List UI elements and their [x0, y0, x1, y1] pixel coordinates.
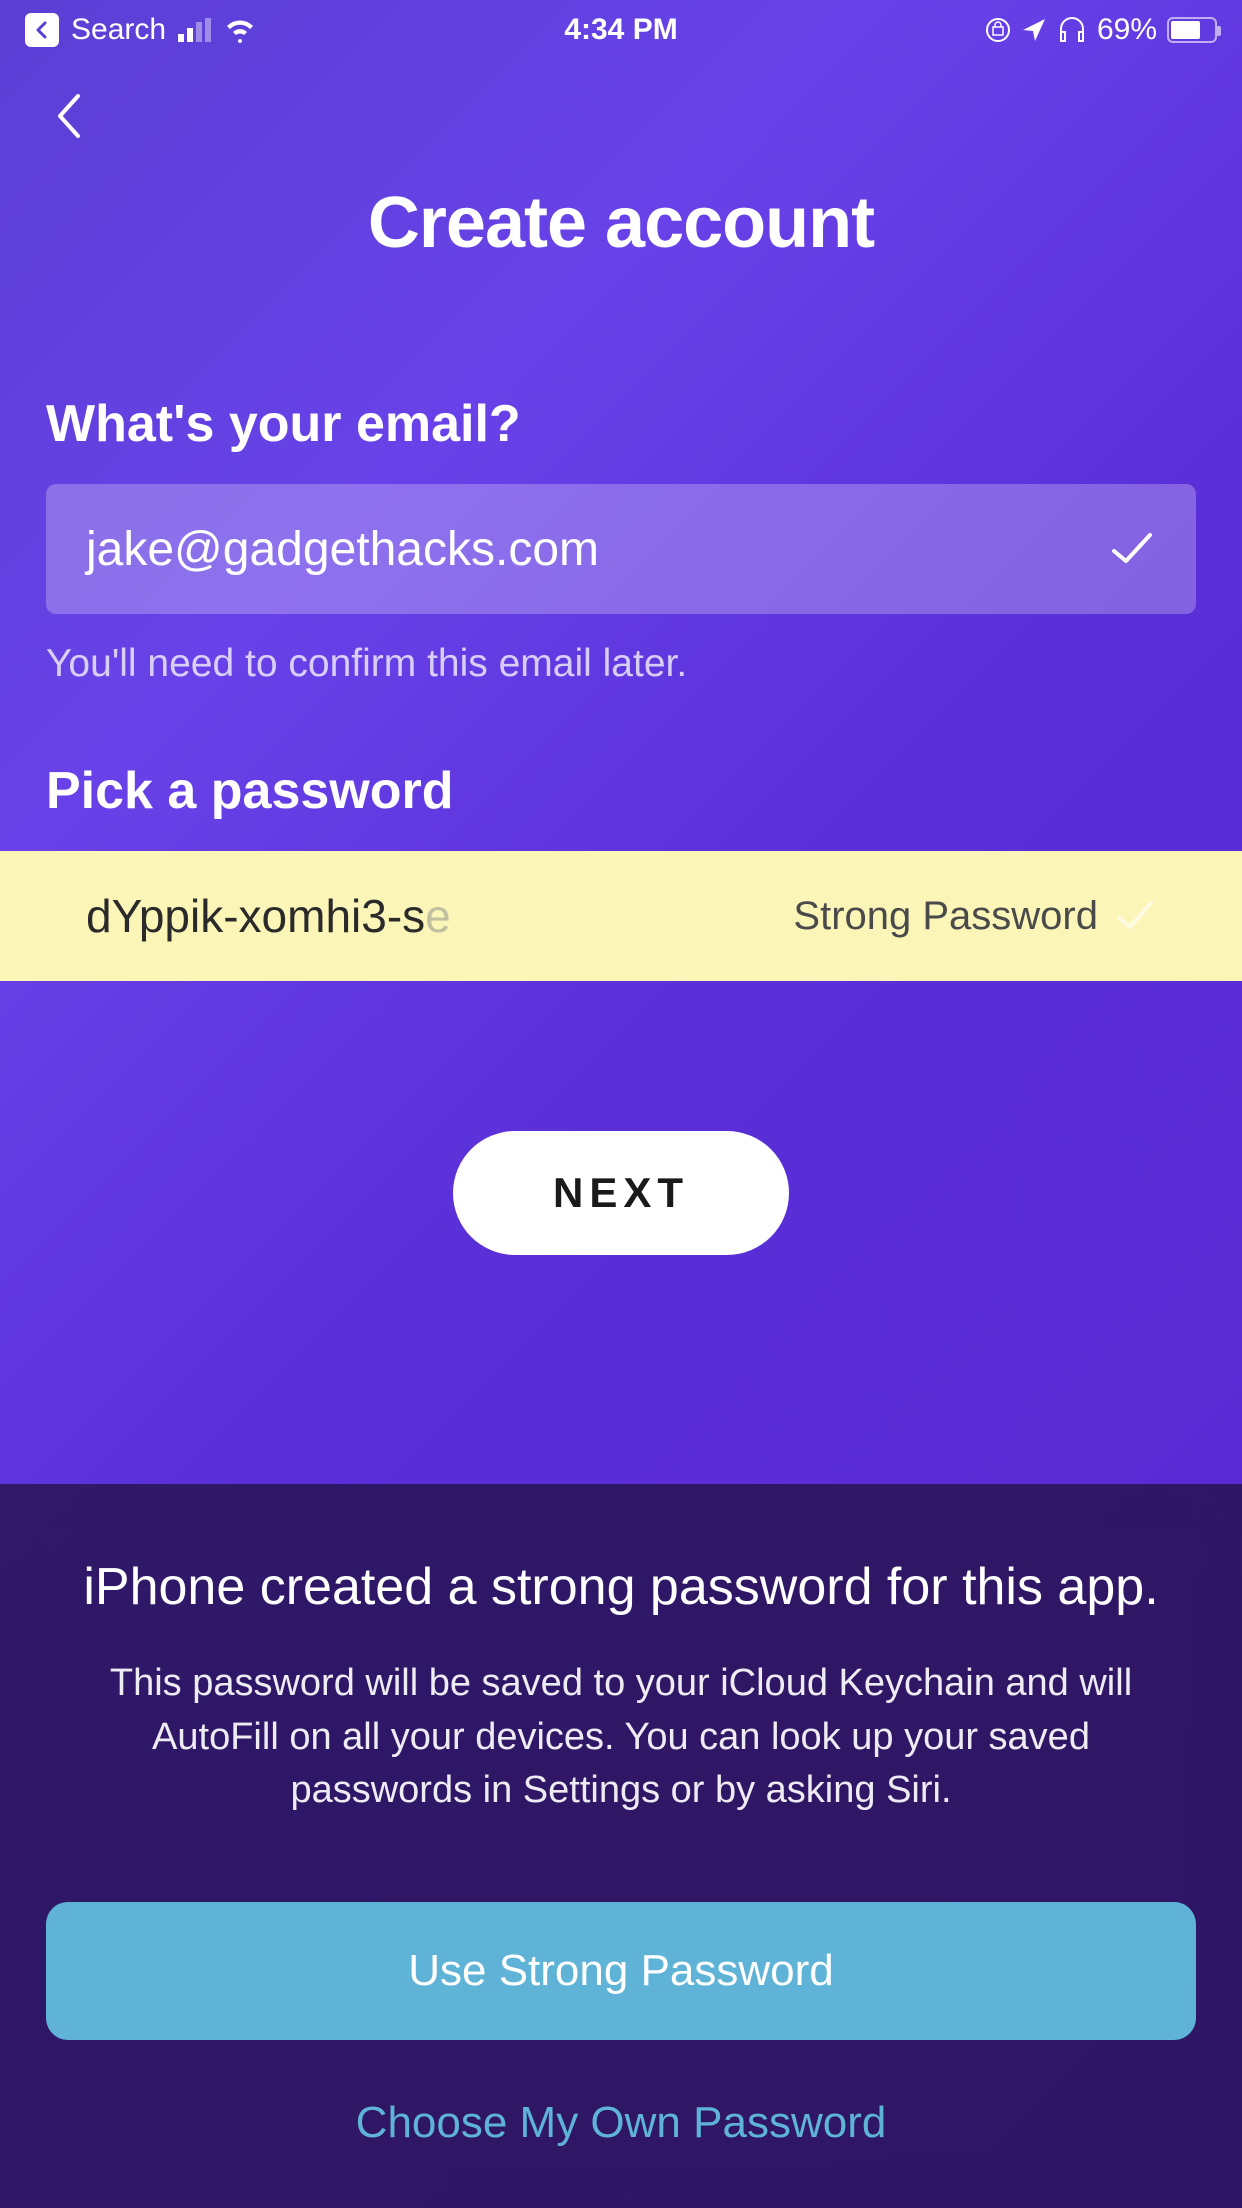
email-helper: You'll need to confirm this email later. [46, 642, 1196, 686]
back-button[interactable] [50, 90, 1192, 147]
next-button-wrap: NEXT [46, 1131, 1196, 1255]
orientation-lock-icon [985, 17, 1011, 43]
sheet-title: iPhone created a strong password for thi… [46, 1554, 1196, 1622]
checkmark-icon [1108, 529, 1156, 569]
password-label: Pick a password [46, 761, 1196, 821]
location-icon [1021, 17, 1047, 43]
back-app-label[interactable]: Search [71, 13, 166, 47]
signup-form: What's your email? jake@gadgethacks.com … [0, 394, 1242, 1255]
battery-percent: 69% [1097, 13, 1157, 47]
password-value: dYppik-xomhi3-se [86, 889, 793, 943]
password-section: Pick a password dYppik-xomhi3-se Strong … [46, 761, 1196, 981]
password-strength-label: Strong Password [793, 894, 1098, 939]
email-value: jake@gadgethacks.com [86, 522, 1108, 577]
email-input[interactable]: jake@gadgethacks.com [46, 484, 1196, 614]
strong-password-sheet: iPhone created a strong password for thi… [0, 1484, 1242, 2208]
sheet-body: This password will be saved to your iClo… [46, 1657, 1196, 1817]
wifi-icon [223, 17, 257, 43]
use-strong-password-button[interactable]: Use Strong Password [46, 1902, 1196, 2040]
next-button[interactable]: NEXT [453, 1131, 789, 1255]
page-title: Create account [0, 182, 1242, 264]
nav-bar [0, 60, 1242, 147]
checkmark-icon [1114, 898, 1156, 934]
status-left: Search [25, 13, 257, 47]
cellular-signal-icon [178, 18, 211, 42]
email-label: What's your email? [46, 394, 1196, 454]
battery-icon [1167, 17, 1217, 43]
status-bar: Search 4:34 PM 69% [0, 0, 1242, 60]
choose-own-password-button[interactable]: Choose My Own Password [46, 2098, 1196, 2148]
password-input[interactable]: dYppik-xomhi3-se Strong Password [0, 851, 1242, 981]
status-right: 69% [985, 13, 1217, 47]
back-to-search-icon[interactable] [25, 13, 59, 47]
headphones-icon [1057, 17, 1087, 43]
email-section: What's your email? jake@gadgethacks.com … [46, 394, 1196, 686]
status-time: 4:34 PM [564, 13, 677, 47]
